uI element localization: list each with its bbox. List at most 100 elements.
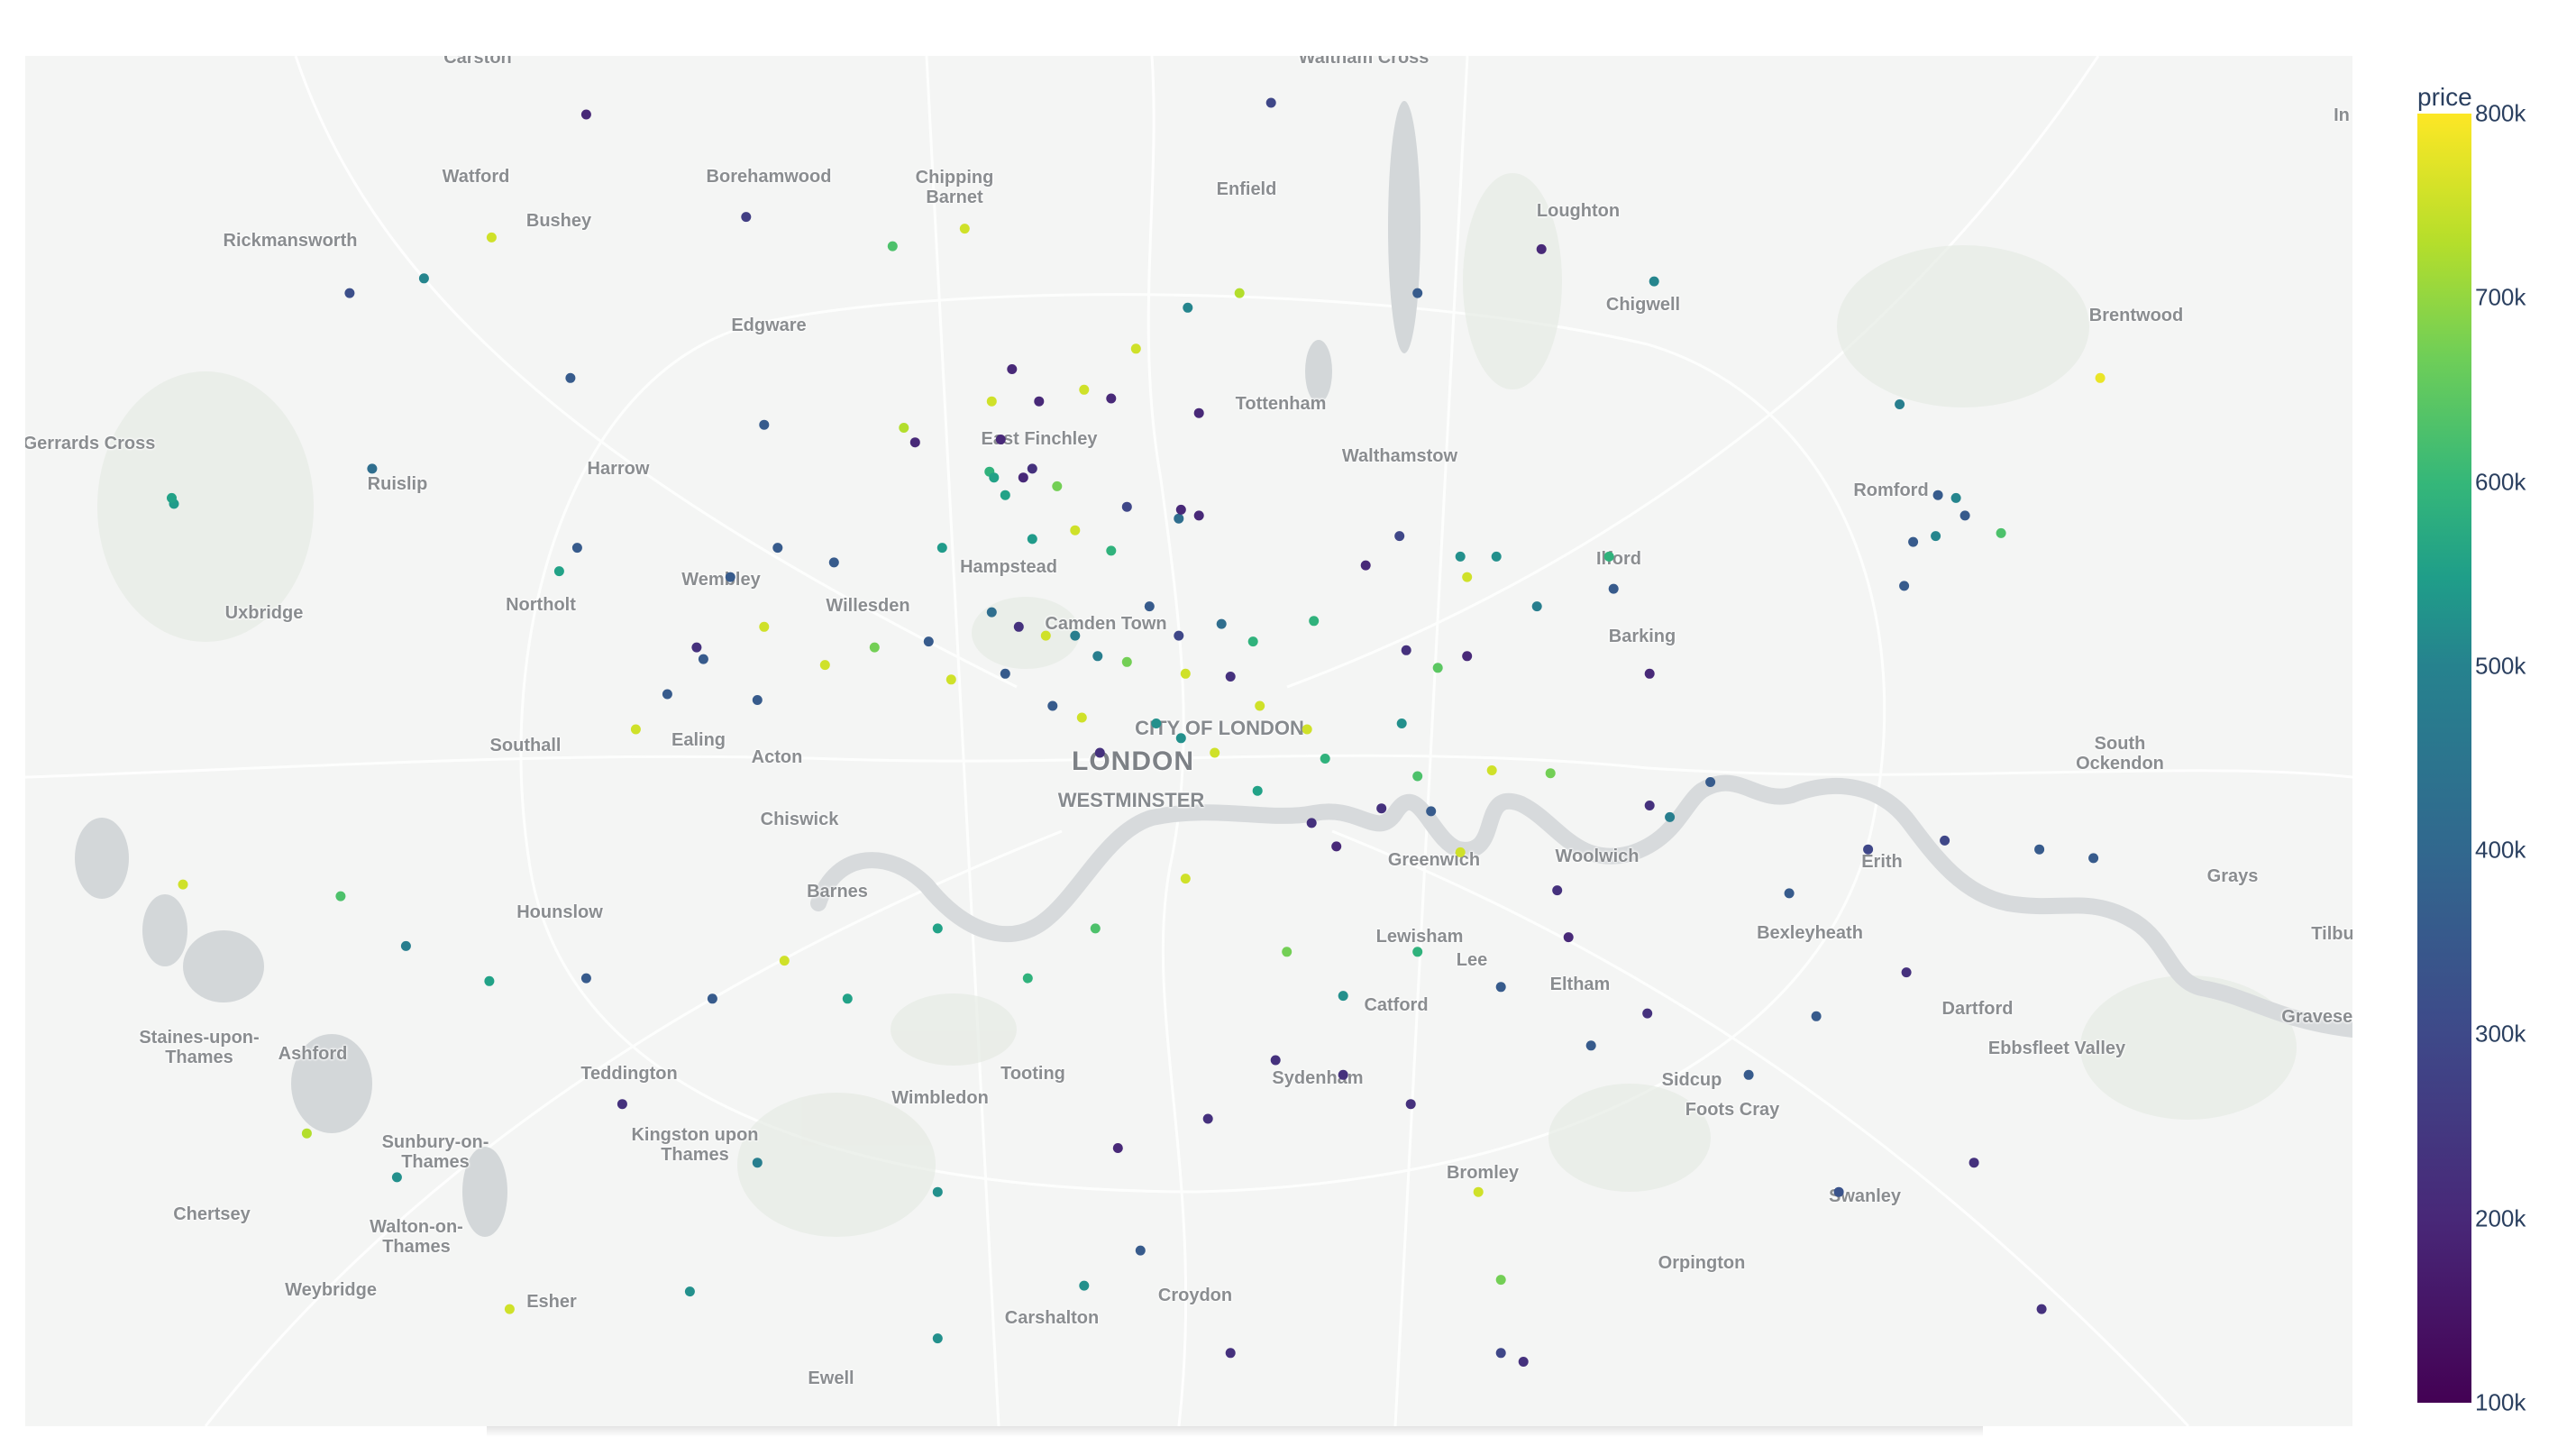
price-point[interactable]	[932, 923, 943, 934]
price-point[interactable]	[1405, 1099, 1416, 1110]
price-point[interactable]	[1495, 1275, 1506, 1286]
price-point[interactable]	[945, 674, 956, 685]
price-point[interactable]	[759, 419, 770, 430]
price-point[interactable]	[1252, 785, 1263, 796]
price-point[interactable]	[1603, 551, 1614, 562]
price-point[interactable]	[1090, 923, 1101, 934]
price-point[interactable]	[1531, 601, 1542, 612]
price-point[interactable]	[2095, 372, 2106, 383]
price-point[interactable]	[1931, 531, 1941, 542]
price-point[interactable]	[1022, 973, 1033, 984]
price-point[interactable]	[1491, 551, 1502, 562]
price-point[interactable]	[1175, 504, 1186, 515]
price-point[interactable]	[1412, 771, 1423, 782]
price-point[interactable]	[1079, 1280, 1090, 1291]
price-point[interactable]	[1247, 636, 1258, 647]
price-point[interactable]	[504, 1304, 515, 1314]
price-point[interactable]	[1705, 777, 1716, 787]
price-point[interactable]	[1106, 393, 1117, 404]
price-point[interactable]	[1338, 1069, 1348, 1080]
price-point[interactable]	[779, 956, 790, 966]
price-point[interactable]	[662, 689, 672, 700]
price-point[interactable]	[1811, 1011, 1822, 1021]
price-point[interactable]	[1644, 801, 1655, 810]
price-point[interactable]	[400, 940, 411, 951]
price-point[interactable]	[1608, 583, 1619, 594]
price-point[interactable]	[1151, 718, 1162, 728]
price-point[interactable]	[1585, 1040, 1596, 1051]
price-point[interactable]	[1360, 560, 1371, 571]
price-point[interactable]	[869, 642, 880, 653]
price-point[interactable]	[1225, 672, 1236, 682]
price-point[interactable]	[1495, 982, 1506, 993]
price-point[interactable]	[1969, 1158, 1979, 1168]
price-point[interactable]	[995, 435, 1006, 444]
price-point[interactable]	[2036, 1304, 2047, 1314]
price-point[interactable]	[1135, 1245, 1146, 1256]
price-point[interactable]	[1455, 551, 1466, 562]
price-point[interactable]	[1225, 1348, 1236, 1359]
price-point[interactable]	[1180, 874, 1191, 884]
price-point[interactable]	[691, 642, 702, 653]
price-point[interactable]	[932, 1333, 943, 1344]
price-point[interactable]	[1394, 531, 1405, 542]
price-point[interactable]	[1309, 616, 1320, 627]
price-point[interactable]	[1959, 510, 1970, 521]
price-point[interactable]	[580, 973, 591, 984]
price-point[interactable]	[684, 1286, 695, 1297]
price-point[interactable]	[1000, 490, 1010, 500]
price-point[interactable]	[1563, 932, 1574, 943]
price-point[interactable]	[1040, 630, 1051, 641]
price-point[interactable]	[1455, 847, 1466, 857]
price-point[interactable]	[1180, 668, 1191, 679]
price-point[interactable]	[698, 654, 708, 664]
price-point[interactable]	[630, 724, 641, 735]
price-point[interactable]	[1552, 885, 1563, 896]
price-point[interactable]	[1112, 1143, 1123, 1153]
price-point[interactable]	[580, 109, 591, 120]
price-point[interactable]	[1070, 525, 1081, 535]
price-point[interactable]	[367, 463, 378, 474]
price-point[interactable]	[178, 879, 188, 890]
price-point[interactable]	[989, 472, 1000, 483]
price-point[interactable]	[1908, 536, 1919, 547]
price-point[interactable]	[828, 557, 839, 568]
price-point[interactable]	[418, 273, 429, 284]
price-point[interactable]	[1144, 601, 1155, 612]
price-point[interactable]	[1895, 399, 1905, 409]
price-point[interactable]	[1018, 472, 1028, 483]
price-point[interactable]	[819, 660, 830, 671]
price-point[interactable]	[1076, 712, 1087, 723]
price-point[interactable]	[1047, 700, 1058, 711]
price-point[interactable]	[1027, 463, 1037, 474]
price-point[interactable]	[772, 543, 783, 554]
price-point[interactable]	[1338, 991, 1348, 1002]
price-point[interactable]	[1255, 700, 1265, 711]
price-point[interactable]	[1495, 1348, 1506, 1359]
price-point[interactable]	[1833, 1186, 1844, 1197]
price-point[interactable]	[1106, 545, 1117, 556]
price-point[interactable]	[1950, 492, 1961, 503]
price-point[interactable]	[1518, 1357, 1529, 1367]
price-point[interactable]	[741, 212, 752, 223]
price-point[interactable]	[1462, 572, 1473, 582]
price-point[interactable]	[565, 372, 576, 383]
price-point[interactable]	[909, 437, 920, 448]
price-point[interactable]	[486, 232, 497, 243]
price-point[interactable]	[1092, 651, 1103, 662]
price-point[interactable]	[1665, 811, 1676, 822]
price-point[interactable]	[986, 396, 997, 407]
price-point[interactable]	[932, 1186, 943, 1197]
price-point[interactable]	[391, 1172, 402, 1183]
price-point[interactable]	[1052, 481, 1063, 491]
price-point[interactable]	[1432, 663, 1443, 673]
price-point[interactable]	[1401, 645, 1411, 655]
price-point[interactable]	[1545, 768, 1556, 779]
price-point[interactable]	[1901, 967, 1912, 978]
price-point[interactable]	[1202, 1113, 1213, 1124]
price-point[interactable]	[1270, 1055, 1281, 1066]
price-point[interactable]	[335, 891, 346, 902]
price-point[interactable]	[1940, 835, 1950, 846]
price-point[interactable]	[1331, 841, 1342, 852]
price-point[interactable]	[1013, 621, 1024, 632]
